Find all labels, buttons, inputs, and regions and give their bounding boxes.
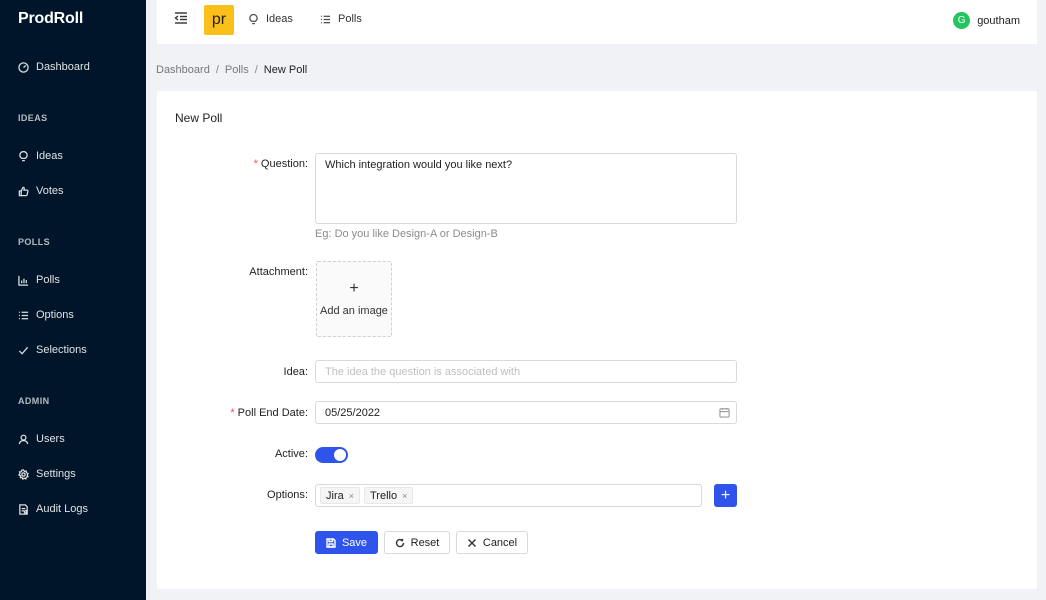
avatar: G <box>953 12 971 29</box>
close-icon[interactable]: × <box>402 491 407 501</box>
sidebar-item-label: Settings <box>36 468 76 480</box>
save-icon <box>326 537 336 548</box>
question-help-text: Eg: Do you like Design-A or Design-B <box>315 228 498 240</box>
breadcrumb-separator: / <box>215 64 219 76</box>
user-icon <box>18 434 29 445</box>
poll-end-date-label: * Poll End Date: <box>230 407 308 419</box>
sidebar-item-label: Ideas <box>36 150 63 162</box>
sidebar-item-label: Audit Logs <box>36 503 88 515</box>
audit-log-icon <box>18 503 29 515</box>
options-label: Options: <box>267 489 308 501</box>
sidebar-group-ideas: IDEAS <box>18 113 48 123</box>
image-upload[interactable]: + Add an image <box>316 261 392 337</box>
list-icon <box>320 15 331 23</box>
new-poll-card: New Poll * Question: Which integration wo… <box>157 91 1037 589</box>
breadcrumb-dashboard[interactable]: Dashboard <box>156 64 210 76</box>
tag-label: Jira <box>326 489 344 502</box>
sidebar-item-audit-logs[interactable]: Audit Logs <box>0 495 146 523</box>
check-icon <box>18 345 29 356</box>
sidebar-item-label: Votes <box>36 185 64 197</box>
reload-icon <box>395 538 404 547</box>
calendar-icon[interactable] <box>719 407 730 418</box>
top-header: pr Ideas Polls G goutham <box>157 0 1037 44</box>
upload-label: Add an image <box>320 305 388 317</box>
breadcrumb: Dashboard / Polls / New Poll <box>156 64 307 76</box>
sidebar-item-ideas[interactable]: Ideas <box>0 142 146 170</box>
nav-ideas[interactable]: Ideas <box>248 13 293 25</box>
sidebar-item-polls[interactable]: Polls <box>0 266 146 294</box>
required-mark: * <box>253 158 258 170</box>
dashboard-icon <box>18 61 29 73</box>
bulb-icon <box>18 150 29 162</box>
sidebar-group-admin: ADMIN <box>18 396 50 406</box>
active-label: Active: <box>274 448 308 460</box>
sidebar-item-selections[interactable]: Selections <box>0 336 146 364</box>
menu-fold-icon[interactable] <box>174 11 188 25</box>
sidebar-item-label: Selections <box>36 344 87 356</box>
thumbs-up-icon <box>18 186 29 197</box>
app-logo[interactable]: pr <box>204 5 234 35</box>
user-menu[interactable]: G goutham <box>953 12 1020 29</box>
active-toggle[interactable] <box>315 447 348 463</box>
option-tag-trello: Trello × <box>364 487 414 504</box>
cancel-button-label: Cancel <box>482 536 518 549</box>
user-name: goutham <box>977 14 1020 27</box>
sidebar-item-label: Users <box>36 433 65 445</box>
sidebar-item-options[interactable]: Options <box>0 301 146 329</box>
attachment-label: Attachment: <box>249 266 308 278</box>
breadcrumb-current: New Poll <box>263 64 308 76</box>
sidebar-item-label: Dashboard <box>36 61 90 73</box>
breadcrumb-polls[interactable]: Polls <box>225 64 249 76</box>
poll-end-date-input[interactable] <box>315 401 737 424</box>
question-label: * Question: <box>253 158 308 170</box>
sidebar-item-users[interactable]: Users <box>0 425 146 453</box>
question-input[interactable]: Which integration would you like next? <box>315 153 737 224</box>
sidebar-item-settings[interactable]: Settings <box>0 460 146 488</box>
tag-label: Trello <box>370 489 398 502</box>
cancel-button[interactable]: Cancel <box>456 531 528 554</box>
list-icon <box>18 310 29 321</box>
breadcrumb-separator: / <box>254 64 258 76</box>
reset-button[interactable]: Reset <box>384 531 450 554</box>
plus-icon: + <box>349 280 359 297</box>
close-icon <box>467 538 476 547</box>
bulb-icon <box>249 13 258 24</box>
save-button[interactable]: Save <box>315 531 378 554</box>
bar-chart-icon <box>18 275 29 286</box>
sidebar-item-dashboard[interactable]: Dashboard <box>0 53 146 81</box>
toggle-knob <box>334 449 346 461</box>
close-icon[interactable]: × <box>349 491 354 501</box>
required-mark: * <box>230 407 235 419</box>
add-option-button[interactable]: + <box>714 484 737 507</box>
options-select[interactable]: Jira × Trello × <box>315 484 702 507</box>
sidebar-item-label: Polls <box>36 274 60 286</box>
nav-label: Polls <box>338 13 362 25</box>
gear-icon <box>18 468 29 480</box>
sidebar-item-label: Options <box>36 309 74 321</box>
idea-select[interactable] <box>315 360 737 383</box>
sidebar-group-polls: POLLS <box>18 237 51 247</box>
nav-polls[interactable]: Polls <box>320 13 362 25</box>
idea-label: Idea: <box>283 366 308 378</box>
page-title: New Poll <box>175 111 223 125</box>
reset-button-label: Reset <box>410 536 440 549</box>
save-button-label: Save <box>341 536 368 549</box>
option-tag-jira: Jira × <box>320 487 360 504</box>
sidebar: ProdRoll Dashboard IDEAS Ideas Votes POL… <box>0 0 146 600</box>
nav-label: Ideas <box>266 13 293 25</box>
brand-title: ProdRoll <box>18 10 84 27</box>
sidebar-item-votes[interactable]: Votes <box>0 177 146 205</box>
